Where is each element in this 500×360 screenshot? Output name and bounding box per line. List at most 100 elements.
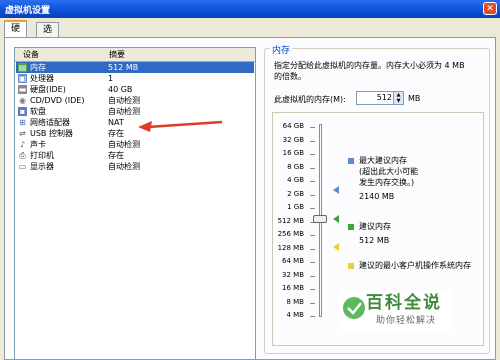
scale-tick-label: 16 GB <box>282 149 304 157</box>
device-row-memory[interactable]: ▤ 内存 512 MB <box>16 62 254 73</box>
close-button[interactable]: ✕ <box>483 2 497 15</box>
max-recommended-marker-icon <box>333 186 339 194</box>
scale-tick-label: 32 MB <box>282 270 304 279</box>
spinner-arrows-icon[interactable]: ▲ ▼ <box>393 92 403 104</box>
memory-spinner[interactable]: 512 ▲ ▼ <box>356 91 404 105</box>
device-summary: 自动检测 <box>108 140 140 149</box>
scale-tick-mark <box>310 127 315 128</box>
scale-tick-label: 64 GB <box>282 122 304 130</box>
device-summary: 存在 <box>108 151 124 160</box>
max-legend-note-2: 发生内存交换。) <box>359 178 415 187</box>
max-legend-value: 2140 MB <box>359 192 395 201</box>
device-name: CD/DVD (IDE) <box>30 96 85 105</box>
device-row-processor[interactable]: ▣ 处理器 1 <box>16 73 254 84</box>
tab-options[interactable]: 选项 <box>36 22 60 49</box>
device-row-sound-card[interactable]: ♪ 声卡 自动检测 <box>16 139 254 150</box>
scale-tick-label: 32 GB <box>282 135 304 144</box>
device-name: 硬盘(IDE) <box>30 85 66 94</box>
memory-unit: MB <box>408 94 421 103</box>
window-title: 虚拟机设置 <box>5 6 51 16</box>
scale-tick-mark <box>310 208 315 209</box>
memory-description-line-2: 的倍数。 <box>274 72 306 81</box>
device-list-header: 设备 摘要 <box>15 48 255 62</box>
scale-tick-mark <box>310 235 315 236</box>
recommended-legend-value: 512 MB <box>359 236 390 245</box>
scale-tick-mark <box>310 316 315 317</box>
scale-tick-mark <box>310 262 315 263</box>
device-name: USB 控制器 <box>30 129 73 138</box>
annotation-arrow-icon <box>138 120 223 132</box>
recommended-legend-swatch-icon <box>348 224 354 230</box>
sound-card-icon: ♪ <box>19 140 26 149</box>
watermark-title: 百科全说 <box>366 293 442 313</box>
scale-tick-mark <box>310 181 315 182</box>
processor-icon: ▣ <box>18 74 27 83</box>
device-list[interactable]: 设备 摘要 ▤ 内存 512 MB ▣ 处理器 1 ▬ 硬盘(IDE) 40 G… <box>14 47 256 360</box>
max-legend-note-1: (超出此大小可能 <box>359 167 419 176</box>
device-name: 处理器 <box>30 74 54 83</box>
device-name: 显示器 <box>30 162 54 171</box>
scale-tick-mark <box>310 154 315 155</box>
max-legend-swatch-icon <box>348 158 354 164</box>
scale-tick-label: 16 MB <box>282 284 304 292</box>
device-summary: 自动检测 <box>108 107 140 116</box>
scale-tick-label: 4 GB <box>287 176 304 184</box>
scale-tick-label: 2 GB <box>287 189 304 198</box>
memory-value[interactable]: 512 <box>377 93 392 102</box>
display-icon: ▭ <box>18 162 27 171</box>
memory-description-line-1: 指定分配给此虚拟机的内存量。内存大小必须为 4 MB <box>274 61 465 70</box>
scale-tick-label: 128 MB <box>277 243 304 252</box>
usb-icon: ⇌ <box>19 129 26 138</box>
memory-slider-thumb[interactable] <box>313 215 327 223</box>
device-summary: 存在 <box>108 129 124 138</box>
min-legend-label: 建议的最小客户机操作系统内存 <box>359 261 471 270</box>
scale-tick-label: 512 MB <box>277 216 304 225</box>
scale-tick-label: 64 MB <box>282 257 304 265</box>
max-legend: 最大建议内存 (超出此大小可能 发生内存交换。) 2140 MB <box>359 155 418 202</box>
device-name: 声卡 <box>30 140 46 149</box>
scale-tick-label: 4 MB <box>286 311 304 319</box>
memory-icon: ▤ <box>18 63 27 72</box>
scale-tick-mark <box>310 167 315 169</box>
device-name: 网络适配器 <box>30 118 70 127</box>
scale-tick-label: 8 GB <box>287 162 304 171</box>
scale-tick-label: 1 GB <box>287 203 304 211</box>
scale-tick-mark <box>310 194 315 196</box>
device-row-printer[interactable]: ⎙ 打印机 存在 <box>16 150 254 161</box>
title-bar: 虚拟机设置 ✕ <box>0 0 500 18</box>
max-legend-label: 最大建议内存 <box>359 156 407 165</box>
device-row-hard-disk[interactable]: ▬ 硬盘(IDE) 40 GB <box>16 84 254 95</box>
device-name: 软盘 <box>30 107 46 116</box>
recommended-legend-label: 建议内存 <box>359 222 391 231</box>
device-summary: 自动检测 <box>108 162 140 171</box>
column-device[interactable]: 设备 <box>23 49 39 60</box>
scale-tick-mark <box>310 140 315 142</box>
device-row-display[interactable]: ▭ 显示器 自动检测 <box>16 161 254 172</box>
printer-icon: ⎙ <box>19 151 26 160</box>
memory-group-title: 内存 <box>270 43 293 56</box>
scale-tick-mark <box>310 248 315 250</box>
memory-description: 指定分配给此虚拟机的内存量。内存大小必须为 4 MB 的倍数。 <box>274 60 484 82</box>
tab-hardware[interactable]: 硬件 <box>4 20 28 48</box>
scale-tick-mark <box>310 275 315 277</box>
floppy-icon: ▪ <box>18 107 27 116</box>
device-name: 打印机 <box>30 151 54 160</box>
device-name: 内存 <box>30 63 46 72</box>
min-legend-swatch-icon <box>348 263 354 269</box>
device-summary: 自动检测 <box>108 96 140 105</box>
device-summary: 40 GB <box>108 85 133 94</box>
network-adapter-icon: ⊞ <box>19 118 26 127</box>
column-summary[interactable]: 摘要 <box>109 49 125 60</box>
device-summary: NAT <box>108 118 124 127</box>
memory-field-label: 此虚拟机的内存(M): <box>274 95 346 104</box>
device-summary: 512 MB <box>108 63 139 72</box>
device-row-cd-dvd[interactable]: ◉ CD/DVD (IDE) 自动检测 <box>16 95 254 106</box>
hard-disk-icon: ▬ <box>18 85 27 94</box>
scale-tick-mark <box>310 302 315 304</box>
device-row-floppy[interactable]: ▪ 软盘 自动检测 <box>16 106 254 117</box>
device-summary: 1 <box>108 74 114 83</box>
cd-dvd-icon: ◉ <box>19 96 26 105</box>
min-recommended-marker-icon <box>333 243 339 251</box>
scale-tick-label: 256 MB <box>277 230 304 238</box>
scale-tick-mark <box>310 289 315 290</box>
